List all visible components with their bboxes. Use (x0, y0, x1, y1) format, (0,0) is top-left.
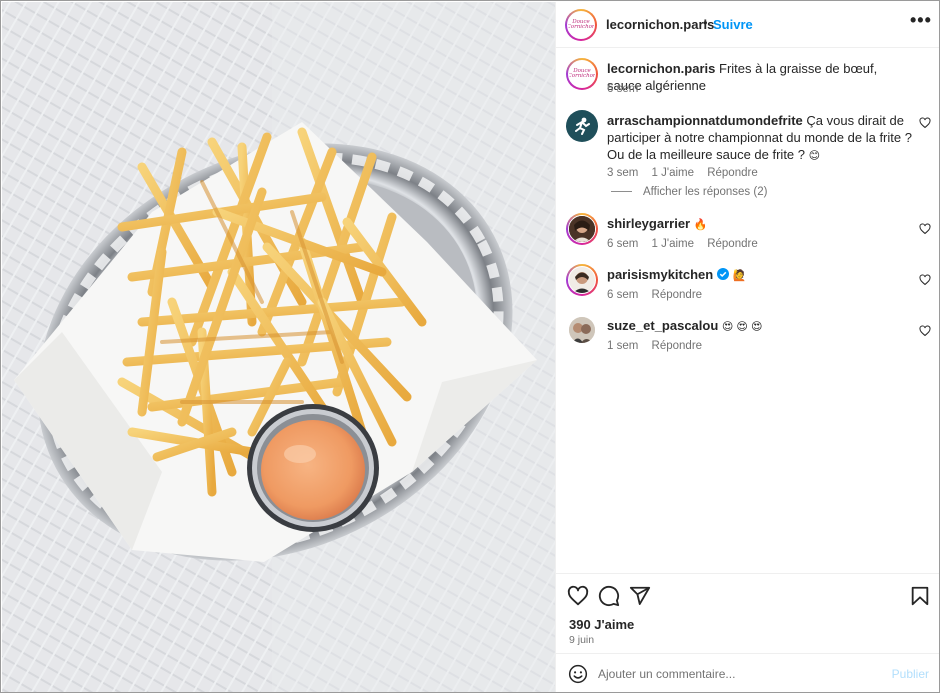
author-avatar[interactable]: Douce Cornichon (565, 9, 597, 41)
caption-text: lecornichon.paris Frites à la graisse de… (607, 60, 912, 94)
comment-avatar[interactable] (566, 110, 598, 142)
comment-emoji: 🔥 (693, 219, 708, 231)
comment-text: shirleygarrier 🔥 (607, 215, 912, 234)
comment-time[interactable]: 6 sem (607, 238, 638, 250)
comment-likes[interactable]: 1 J'aime (652, 167, 694, 179)
comment-username[interactable]: arraschampionnatdumondefrite (607, 113, 803, 128)
comments-list: Douce Cornichon lecornichon.paris Frites… (556, 49, 939, 574)
view-replies-button[interactable]: Afficher les réponses (2) (611, 186, 767, 198)
reply-button[interactable]: Répondre (707, 167, 758, 179)
comment-icon[interactable] (598, 585, 620, 607)
comment-input[interactable] (598, 663, 878, 685)
couple-photo-icon (569, 317, 595, 343)
comment-time[interactable]: 3 sem (607, 167, 638, 179)
post-side-panel: Douce Cornichon lecornichon.paris • Suiv… (555, 2, 939, 692)
caption-logo: Douce Cornichon (568, 68, 596, 79)
comment-meta: 3 sem 1 J'aime Répondre (607, 167, 768, 179)
author-logo: Douce Cornichon (567, 19, 595, 30)
person-photo-icon (569, 216, 595, 242)
heart-icon[interactable] (567, 585, 589, 607)
comment-time[interactable]: 6 sem (607, 289, 638, 301)
caption-meta: 6 sem (607, 83, 648, 95)
comment-meta: 6 sem Répondre (607, 289, 712, 301)
verified-badge-icon (716, 268, 729, 280)
runner-logo-icon (575, 117, 590, 135)
person-photo-icon (569, 267, 595, 293)
comment-row: suze_et_pascalou 😍 😍 😍 1 sem Répondre (566, 315, 931, 355)
add-comment-bar: Publier (556, 653, 939, 692)
bookmark-icon[interactable] (909, 585, 931, 607)
caption-username[interactable]: lecornichon.paris (607, 61, 715, 76)
reply-button[interactable]: Répondre (652, 289, 703, 301)
caption-time[interactable]: 6 sem (607, 83, 638, 95)
fries-photo-illustration (2, 2, 555, 692)
comment-emoji: 🙋 (732, 270, 747, 282)
post-dialog: Douce Cornichon lecornichon.paris • Suiv… (0, 0, 940, 693)
author-username[interactable]: lecornichon.paris (606, 17, 714, 32)
replies-line (611, 191, 632, 193)
comment-avatar[interactable] (569, 317, 595, 343)
share-icon[interactable] (629, 585, 651, 607)
publish-button[interactable]: Publier (892, 667, 929, 681)
comment-avatar[interactable] (566, 264, 598, 296)
post-date: 9 juin (569, 634, 595, 646)
follow-button[interactable]: Suivre (713, 17, 753, 32)
reply-button[interactable]: Répondre (707, 238, 758, 250)
comment-username[interactable]: shirleygarrier (607, 216, 690, 231)
comment-username[interactable]: parisismykitchen (607, 267, 713, 282)
emoji-icon[interactable] (568, 664, 588, 684)
comment-meta: 6 sem 1 J'aime Répondre (607, 238, 768, 250)
comment-like-heart-icon[interactable] (919, 274, 931, 286)
post-header: Douce Cornichon lecornichon.paris • Suiv… (556, 2, 939, 48)
comment-emoji: 😍 😍 😍 (721, 321, 763, 333)
comment-text: arraschampionnatdumondefrite Ça vous dir… (607, 112, 912, 165)
comment-emoji: 😊 (808, 150, 821, 162)
comment-meta: 1 sem Répondre (607, 340, 712, 352)
more-options-icon[interactable]: ••• (910, 10, 932, 31)
view-replies-label: Afficher les réponses (2) (643, 186, 768, 198)
caption-avatar[interactable]: Douce Cornichon (566, 58, 598, 90)
reply-button[interactable]: Répondre (652, 340, 703, 352)
comment-like-heart-icon[interactable] (919, 117, 931, 129)
comment-likes[interactable]: 1 J'aime (652, 238, 694, 250)
comment-row: arraschampionnatdumondefrite Ça vous dir… (566, 110, 931, 180)
comment-like-heart-icon[interactable] (919, 325, 931, 337)
comment-like-heart-icon[interactable] (919, 223, 931, 235)
likes-count[interactable]: 390 J'aime (569, 617, 634, 632)
comment-row: parisismykitchen 🙋 6 sem Répondre (566, 264, 931, 304)
action-bar: 390 J'aime 9 juin (556, 573, 939, 653)
post-photo (2, 2, 555, 692)
comment-time[interactable]: 1 sem (607, 340, 638, 352)
comment-username[interactable]: suze_et_pascalou (607, 318, 718, 333)
comment-text: parisismykitchen 🙋 (607, 266, 912, 285)
comment-text: suze_et_pascalou 😍 😍 😍 (607, 317, 912, 336)
caption-row: Douce Cornichon lecornichon.paris Frites… (566, 58, 931, 98)
comment-avatar[interactable] (566, 213, 598, 245)
comment-row: shirleygarrier 🔥 6 sem 1 J'aime Répondre (566, 213, 931, 253)
separator-dot: • (703, 15, 708, 30)
